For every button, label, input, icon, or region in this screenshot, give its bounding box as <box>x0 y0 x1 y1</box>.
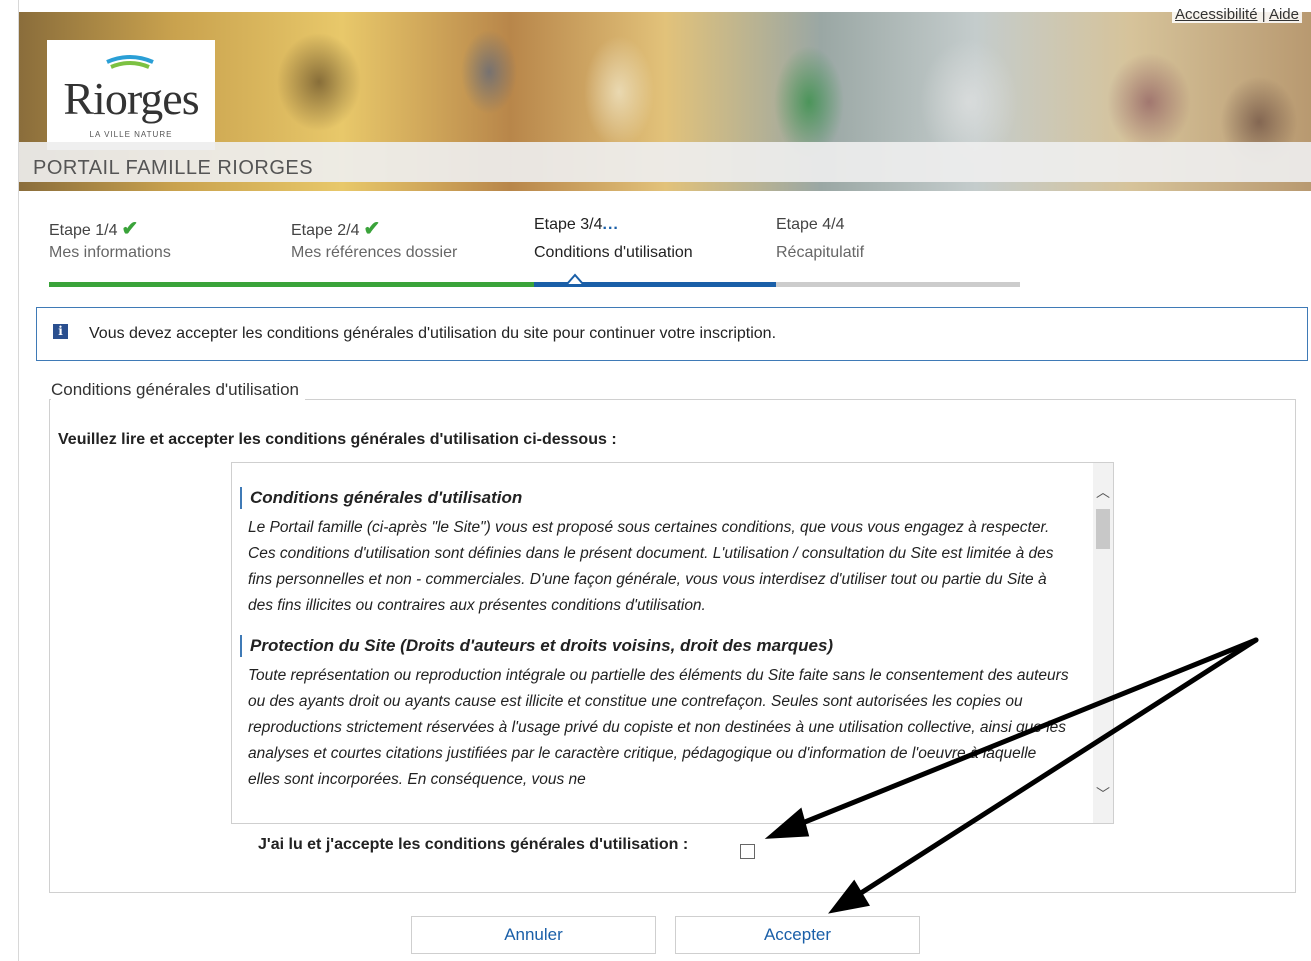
step-4: Etape 4/4 Récapitulatif <box>776 216 1016 262</box>
progress-pending <box>776 282 1020 287</box>
links-separator: | <box>1261 6 1266 23</box>
cancel-button[interactable]: Annuler <box>411 916 656 954</box>
top-links: Accessibilité | Aide <box>1172 6 1302 23</box>
accept-button[interactable]: Accepter <box>675 916 920 954</box>
step-1-label: Mes informations <box>49 244 171 261</box>
step-3: Etape 3/4... Conditions d'utilisation <box>534 216 774 262</box>
header-banner: Riorges LA VILLE NATURE PORTAIL FAMILLE … <box>19 12 1311 191</box>
step-3-label: Conditions d'utilisation <box>534 244 693 261</box>
logo-swoosh-icon <box>106 55 154 69</box>
help-link[interactable]: Aide <box>1269 6 1299 23</box>
step-1-number: Etape 1/4 <box>49 222 118 239</box>
info-text: Vous devez accepter les conditions génér… <box>89 325 777 342</box>
scrollbar[interactable]: ︿ ﹀ <box>1093 463 1113 823</box>
terms-section-title: Conditions générales d'utilisation <box>240 487 1070 509</box>
terms-content: Conditions générales d'utilisation Le Po… <box>240 487 1070 809</box>
step-4-label: Récapitulatif <box>776 244 865 261</box>
scroll-down-icon[interactable]: ﹀ <box>1093 785 1113 803</box>
step-2-number: Etape 2/4 <box>291 222 360 239</box>
step-4-number: Etape 4/4 <box>776 216 845 233</box>
current-step-caret-icon <box>566 273 584 284</box>
step-3-number: Etape 3/4 <box>534 216 603 233</box>
step-1: Etape 1/4 ✔ Mes informations <box>49 216 289 262</box>
logo-tagline: LA VILLE NATURE <box>89 130 173 139</box>
progress-done <box>49 282 534 287</box>
scrollbar-thumb[interactable] <box>1096 509 1110 549</box>
terms-legend: Conditions générales d'utilisation <box>51 380 306 400</box>
accept-terms-checkbox[interactable] <box>740 844 755 859</box>
scroll-up-icon[interactable]: ︿ <box>1093 483 1113 501</box>
accessibility-link[interactable]: Accessibilité <box>1175 6 1258 23</box>
step-2-label: Mes références dossier <box>291 244 458 261</box>
info-icon: i <box>53 324 68 339</box>
page-title: PORTAIL FAMILLE RIORGES <box>33 157 314 179</box>
checkmark-icon: ✔ <box>363 218 381 240</box>
terms-scroll-box[interactable]: Conditions générales d'utilisation Le Po… <box>231 462 1114 824</box>
step-2: Etape 2/4 ✔ Mes références dossier <box>291 216 531 262</box>
logo-name: Riorges <box>63 73 199 124</box>
page: Riorges LA VILLE NATURE PORTAIL FAMILLE … <box>18 0 1311 961</box>
info-message: i Vous devez accepter les conditions gén… <box>36 307 1308 361</box>
step-3-progress-dots: ... <box>602 216 619 233</box>
accept-terms-label: J'ai lu et j'accepte les conditions géné… <box>258 836 689 853</box>
terms-prompt: Veuillez lire et accepter les conditions… <box>58 431 617 448</box>
terms-section-body: Toute représentation ou reproduction int… <box>248 667 1069 788</box>
terms-section-title: Protection du Site (Droits d'auteurs et … <box>240 635 1070 657</box>
terms-section-body: Le Portail famille (ci-après "le Site") … <box>248 519 1054 614</box>
logo[interactable]: Riorges LA VILLE NATURE <box>47 40 215 150</box>
checkmark-icon: ✔ <box>121 218 139 240</box>
